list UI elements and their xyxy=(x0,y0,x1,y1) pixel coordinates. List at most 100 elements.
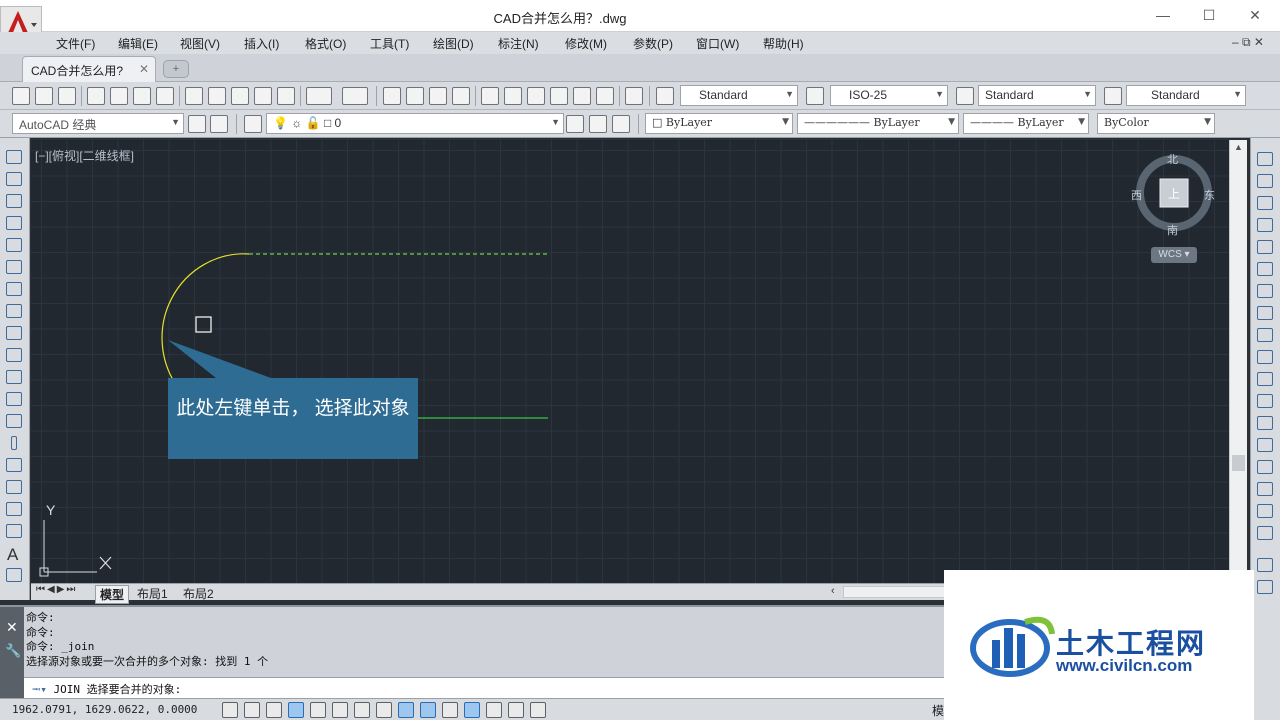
make-block-icon[interactable] xyxy=(6,414,22,428)
workspace-settings-icon[interactable] xyxy=(188,115,206,133)
minimize-button[interactable]: — xyxy=(1140,4,1186,26)
text-style-select[interactable]: Standard ▼ xyxy=(680,85,798,106)
group-icon[interactable] xyxy=(1257,580,1273,594)
new-file-icon[interactable] xyxy=(12,87,30,105)
draw-order-icon[interactable] xyxy=(1257,558,1273,572)
cursor-coordinates[interactable]: 1962.0791, 1629.0622, 0.0000 xyxy=(12,703,197,716)
construction-line-icon[interactable] xyxy=(6,172,22,186)
scale-icon[interactable] xyxy=(1257,306,1273,320)
document-tab[interactable]: CAD合并怎么用? ✕ xyxy=(22,56,156,82)
trim-icon[interactable] xyxy=(1257,350,1273,364)
quick-properties-icon[interactable] xyxy=(486,702,502,718)
viewcube-top-face[interactable]: 上 xyxy=(1168,185,1180,202)
revision-cloud-icon[interactable] xyxy=(6,304,22,318)
wrench-icon[interactable]: 🔧 xyxy=(5,643,21,659)
design-center-icon[interactable] xyxy=(504,87,522,105)
plot-icon[interactable] xyxy=(87,87,105,105)
dynamic-input-icon[interactable] xyxy=(420,702,436,718)
tool-palettes-icon[interactable] xyxy=(527,87,545,105)
text-style-icon[interactable] xyxy=(656,87,674,105)
zoom-previous-icon[interactable] xyxy=(452,87,470,105)
extend-icon[interactable] xyxy=(1257,372,1273,386)
ortho-mode-icon[interactable] xyxy=(288,702,304,718)
fillet-icon[interactable] xyxy=(1257,482,1273,496)
menu-help[interactable]: 帮助(H) xyxy=(763,35,804,52)
object-snap-icon[interactable] xyxy=(332,702,348,718)
customize-icon[interactable] xyxy=(210,115,228,133)
chamfer-icon[interactable] xyxy=(1257,460,1273,474)
menu-edit[interactable]: 编辑(E) xyxy=(118,35,158,52)
dim-style-icon[interactable] xyxy=(806,87,824,105)
insert-block-icon[interactable] xyxy=(6,392,22,406)
compass-west[interactable]: 西 xyxy=(1131,187,1142,203)
grid-display-icon[interactable] xyxy=(266,702,282,718)
mdi-window-controls[interactable]: – ⧉ ✕ xyxy=(1232,35,1264,50)
layer-state-icon[interactable] xyxy=(612,115,630,133)
array-icon[interactable] xyxy=(1257,240,1273,254)
new-tab-button[interactable]: + xyxy=(163,60,189,78)
tab-layout2[interactable]: 布局2 xyxy=(179,585,218,602)
sheet-set-icon[interactable] xyxy=(550,87,568,105)
break-icon[interactable] xyxy=(1257,416,1273,430)
menu-modify[interactable]: 修改(M) xyxy=(565,35,607,52)
zoom-realtime-icon[interactable] xyxy=(406,87,424,105)
drawing-canvas[interactable]: [−][俯视][二维线框] Y 此处左键单击， 选择此对象 北 南 西 东 上 … xyxy=(31,140,1229,583)
compass-east[interactable]: 东 xyxy=(1204,187,1215,203)
plot-style-select[interactable]: ByColor ▼ xyxy=(1097,113,1215,134)
rectangle-icon[interactable] xyxy=(6,238,22,252)
spline-icon[interactable] xyxy=(6,326,22,340)
tab-close-icon[interactable]: ✕ xyxy=(139,62,149,76)
menu-dimension[interactable]: 标注(N) xyxy=(498,35,539,52)
layer-previous-icon[interactable] xyxy=(589,115,607,133)
lineweight-toggle-icon[interactable] xyxy=(442,702,458,718)
menu-window[interactable]: 窗口(W) xyxy=(696,35,739,52)
command-input[interactable]: ⭲▾ JOIN 选择要合并的对象: xyxy=(24,677,944,698)
menu-tools[interactable]: 工具(T) xyxy=(370,35,409,52)
scroll-left-icon[interactable]: ‹ xyxy=(831,585,835,597)
close-icon[interactable]: ✕ xyxy=(6,619,18,636)
stretch-icon[interactable] xyxy=(1257,328,1273,342)
ellipse-arc-icon[interactable] xyxy=(6,370,22,384)
linetype-select[interactable]: —————— ByLayer ▼ xyxy=(797,113,959,134)
menu-draw[interactable]: 绘图(D) xyxy=(433,35,474,52)
wcs-menu-button[interactable]: WCS ▾ xyxy=(1151,247,1197,263)
multiline-text-icon[interactable]: A xyxy=(7,545,18,565)
arc-icon[interactable] xyxy=(6,260,22,274)
save-icon[interactable] xyxy=(58,87,76,105)
copy-icon[interactable] xyxy=(208,87,226,105)
properties-icon[interactable] xyxy=(481,87,499,105)
break-at-point-icon[interactable] xyxy=(1257,394,1273,408)
tab-layout1[interactable]: 布局1 xyxy=(133,585,172,602)
offset-icon[interactable] xyxy=(1257,218,1273,232)
snap-mode-icon[interactable] xyxy=(244,702,260,718)
redo-icon[interactable] xyxy=(342,87,368,105)
polyline-icon[interactable] xyxy=(6,194,22,208)
line-icon[interactable] xyxy=(6,150,22,164)
cut-icon[interactable] xyxy=(185,87,203,105)
plot-preview-icon[interactable] xyxy=(110,87,128,105)
menu-format[interactable]: 格式(O) xyxy=(305,35,346,52)
dynamic-ucs-icon[interactable] xyxy=(398,702,414,718)
copy-object-icon[interactable] xyxy=(1257,174,1273,188)
workspace-select[interactable]: AutoCAD 经典 ▼ xyxy=(12,113,184,134)
annotation-monitor-icon[interactable] xyxy=(530,702,546,718)
scrollbar-thumb[interactable] xyxy=(1232,455,1245,471)
explode-icon[interactable] xyxy=(1257,526,1273,540)
zoom-window-icon[interactable] xyxy=(429,87,447,105)
transparency-icon[interactable] xyxy=(464,702,480,718)
table-icon[interactable] xyxy=(6,524,22,538)
open-file-icon[interactable] xyxy=(35,87,53,105)
layer-select[interactable]: 💡 ☼ 🔓 □ 0 ▼ xyxy=(266,113,564,134)
object-snap-tracking-icon[interactable] xyxy=(376,702,392,718)
compass-south[interactable]: 南 xyxy=(1167,222,1178,238)
paste-block-icon[interactable] xyxy=(254,87,272,105)
scroll-up-icon[interactable]: ▲ xyxy=(1234,142,1243,152)
erase-icon[interactable] xyxy=(1257,152,1273,166)
publish-icon[interactable] xyxy=(133,87,151,105)
3d-object-snap-icon[interactable] xyxy=(354,702,370,718)
lineweight-select[interactable]: ———— ByLayer ▼ xyxy=(963,113,1089,134)
maximize-button[interactable]: ☐ xyxy=(1186,4,1232,26)
close-button[interactable]: ✕ xyxy=(1232,4,1278,26)
menu-parameters[interactable]: 参数(P) xyxy=(633,35,673,52)
match-properties-icon[interactable] xyxy=(277,87,295,105)
